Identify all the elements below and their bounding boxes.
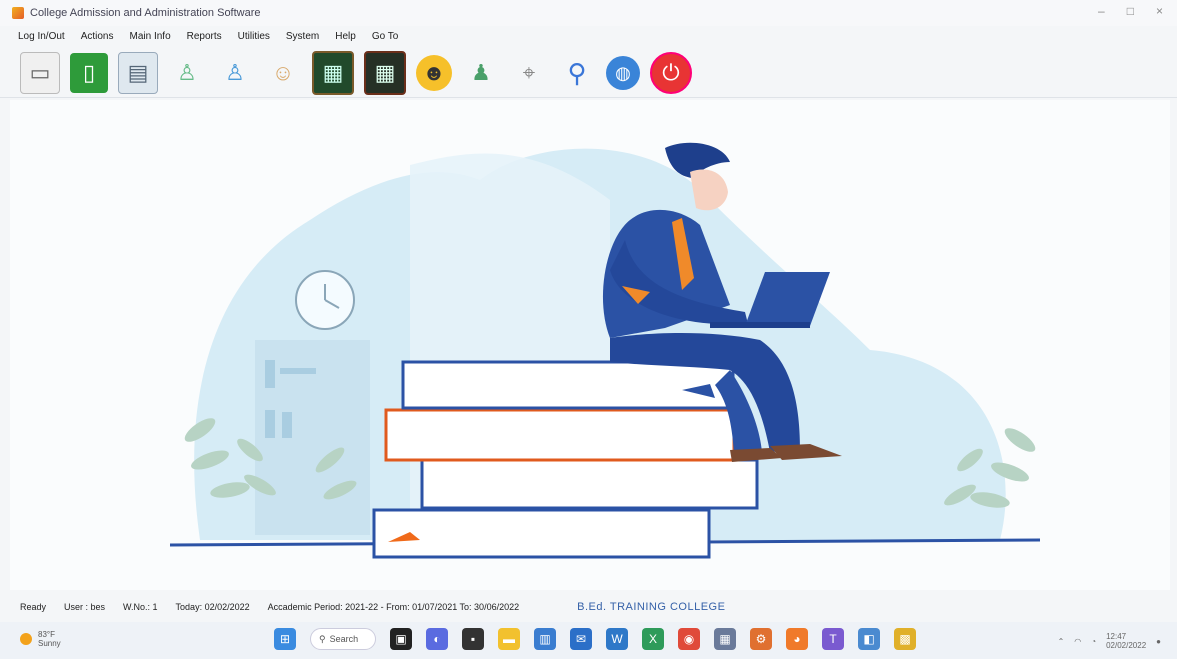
chrome-icon[interactable]: ◉ <box>678 628 700 650</box>
blackboard-icon[interactable]: ▦ <box>364 50 406 95</box>
task-view-icon[interactable]: ▣ <box>390 628 412 650</box>
menu-actions[interactable]: Actions <box>81 31 114 42</box>
status-period: Accademic Period: 2021-22 - From: 01/07/… <box>267 602 520 612</box>
teacher-icon[interactable]: ♙ <box>216 53 254 93</box>
toolbar: ▭ ▯ ▤ ♙ ♙ ☺ ▦ ▦ ☻ ♟ ⌖ ⚲ ◍ ⏻ <box>0 48 1177 98</box>
app-icon <box>12 7 24 19</box>
search-label: Search <box>329 634 359 644</box>
clipboard-icon[interactable]: ▯ <box>70 52 108 93</box>
user-icon[interactable]: ♟ <box>462 53 500 93</box>
chevron-up-icon[interactable]: ⌃ <box>1058 637 1065 646</box>
menu-utilities[interactable]: Utilities <box>238 31 270 42</box>
taskbar-search[interactable]: ⚲ Search <box>310 628 376 650</box>
search-icon: ⚲ <box>319 633 326 644</box>
store-icon[interactable]: ▥ <box>534 628 556 650</box>
staff-icon[interactable]: ☺ <box>264 53 302 93</box>
menu-bar: Log In/Out Actions Main Info Reports Uti… <box>0 26 1177 46</box>
mail-icon[interactable]: ✉ <box>570 628 592 650</box>
calculator-icon[interactable]: ⌖ <box>510 53 548 93</box>
wifi-icon[interactable]: ◠ <box>1074 637 1081 646</box>
document-icon[interactable]: ▭ <box>20 51 60 94</box>
photos-icon[interactable]: ◧ <box>858 628 880 650</box>
student-icon[interactable]: ♙ <box>168 53 206 93</box>
menu-main-info[interactable]: Main Info <box>130 31 171 42</box>
window-controls: – □ × <box>1098 4 1163 18</box>
word-icon[interactable]: W <box>606 628 628 650</box>
camera-icon[interactable]: ▪ <box>462 628 484 650</box>
settings-icon[interactable]: ⚙ <box>750 628 772 650</box>
maximize-button[interactable]: □ <box>1127 4 1134 18</box>
status-wno: W.No.: 1 <box>123 602 158 612</box>
menu-help[interactable]: Help <box>335 31 356 42</box>
main-canvas <box>10 100 1170 590</box>
menu-goto[interactable]: Go To <box>372 31 399 42</box>
college-name: B.Ed. TRAINING COLLEGE <box>577 601 726 613</box>
window-title: College Admission and Administration Sof… <box>30 7 261 19</box>
title-bar: College Admission and Administration Sof… <box>0 0 1177 26</box>
volume-icon[interactable]: ◔ <box>1091 637 1096 646</box>
weather-desc: Sunny <box>38 639 61 648</box>
excel-icon[interactable]: X <box>642 628 664 650</box>
minimize-button[interactable]: – <box>1098 4 1105 18</box>
weather-temp: 83°F <box>38 630 55 639</box>
board-icon[interactable]: ▦ <box>312 50 354 95</box>
chat-icon[interactable]: ◐ <box>426 628 448 650</box>
book-stack <box>372 360 759 559</box>
status-state: Ready <box>20 602 47 612</box>
avatar-icon[interactable]: ☻ <box>416 54 452 91</box>
start-icon[interactable]: ⊞ <box>274 628 296 650</box>
power-icon[interactable]: ⏻ <box>650 51 692 94</box>
calculator-app-icon[interactable]: ▦ <box>714 628 736 650</box>
folder-icon[interactable]: ▬ <box>498 628 520 650</box>
status-user: User : bes <box>64 602 106 612</box>
status-bar: Ready User : bes W.No.: 1 Today: 02/02/2… <box>0 596 1177 618</box>
notification-icon[interactable]: ● <box>1156 637 1161 646</box>
taskbar: 83°F Sunny ⊞ ⚲ Search ▣ ◐ ▪ ▬ ▥ ✉ W X ◉ … <box>0 622 1177 659</box>
firefox-icon[interactable]: ◕ <box>786 628 808 650</box>
welcome-illustration <box>169 142 1041 559</box>
taskbar-apps: ⊞ ⚲ Search ▣ ◐ ▪ ▬ ▥ ✉ W X ◉ ▦ ⚙ ◕ T ◧ ▩ <box>274 628 916 650</box>
menu-login[interactable]: Log In/Out <box>18 31 65 42</box>
system-tray: ⌃ ◠ ◔ 12:47 02/02/2022 ● <box>1058 632 1161 650</box>
clock-date: 02/02/2022 <box>1106 641 1147 650</box>
close-button[interactable]: × <box>1156 4 1163 18</box>
app-icon-college[interactable]: ▩ <box>894 628 916 650</box>
sun-icon <box>20 633 32 645</box>
teams-icon[interactable]: T <box>822 628 844 650</box>
clock-time: 12:47 <box>1106 632 1127 641</box>
menu-system[interactable]: System <box>286 31 319 42</box>
book-icon[interactable]: ▤ <box>118 51 158 94</box>
weather-widget[interactable]: 83°F Sunny <box>20 630 61 648</box>
status-today: Today: 02/02/2022 <box>175 602 250 612</box>
search-icon[interactable]: ⚲ <box>558 53 596 93</box>
globe-icon[interactable]: ◍ <box>606 55 640 90</box>
menu-reports[interactable]: Reports <box>187 31 222 42</box>
